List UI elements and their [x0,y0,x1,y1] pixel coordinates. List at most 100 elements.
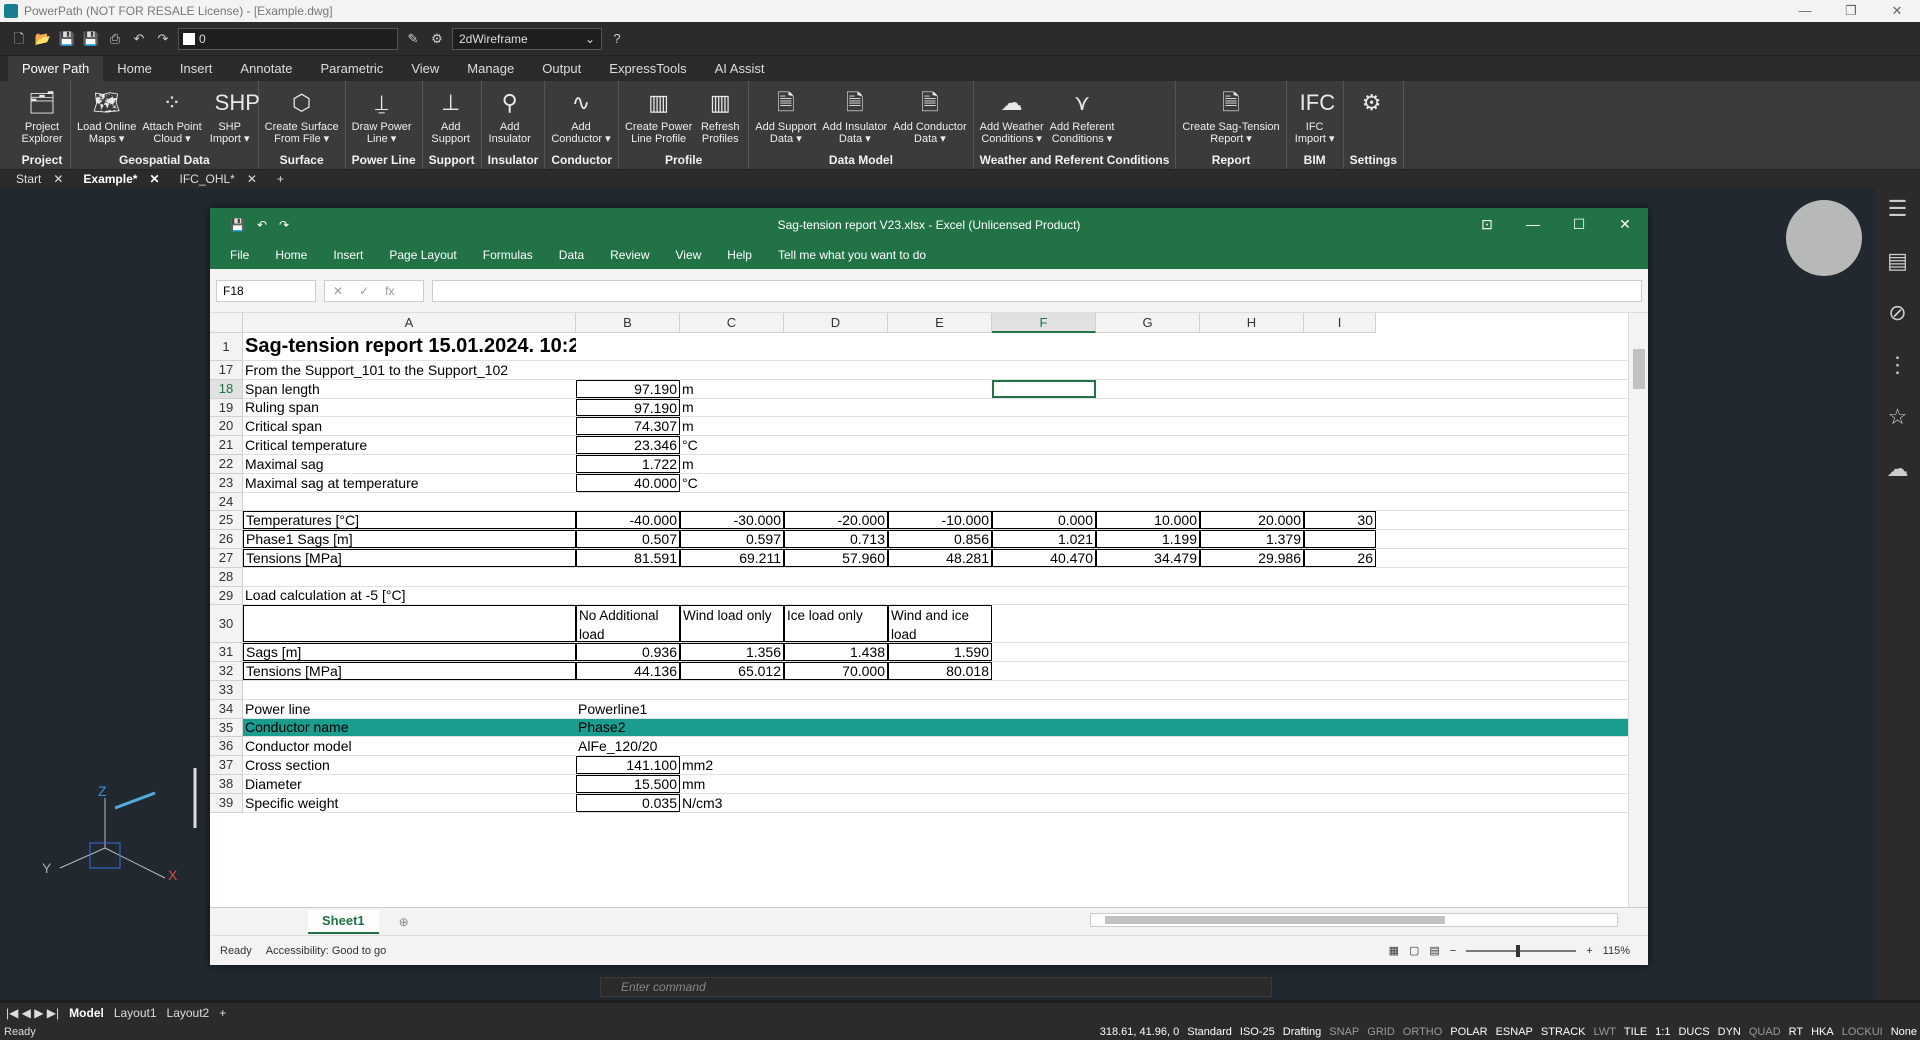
zoom-in-icon[interactable]: + [1586,945,1592,957]
status-toggle-rt[interactable]: RT [1786,1026,1806,1038]
cell[interactable]: 0.936 [576,643,680,662]
ribbon-button-insulator[interactable]: ⚲ Add Insulator [488,87,532,145]
ribbon-tab-home[interactable]: Home [103,56,166,81]
row-header[interactable]: 19 [210,398,243,418]
cell[interactable]: 70.000 [784,662,888,680]
vertical-scrollbar[interactable] [1628,313,1648,907]
cell[interactable]: m [680,399,784,417]
cell[interactable]: 97.190 [576,379,680,398]
column-header[interactable]: D [784,313,888,333]
cell[interactable]: 1.379 [1200,530,1304,548]
doc-tab-start[interactable]: Start ✕ [8,172,71,186]
close-icon[interactable]: ✕ [1874,3,1920,19]
cell[interactable]: 40.000 [576,473,680,492]
ribbon-button-point-cloud[interactable]: ⁘ Attach Point Cloud ▾ [142,87,201,145]
status-toggle-quad[interactable]: QUAD [1746,1026,1784,1038]
navigation-wheel[interactable] [1786,200,1862,276]
status-toggle-strack[interactable]: STRACK [1538,1026,1589,1038]
command-line[interactable]: Enter command [600,977,1272,997]
select-all-corner[interactable] [210,313,243,333]
minimize-icon[interactable]: — [1782,3,1828,19]
cell[interactable]: Critical temperature [243,436,576,454]
cell[interactable]: Phase1 Sags [m] [243,530,576,548]
cell[interactable]: Temperatures [°C] [243,511,576,530]
spreadsheet-grid[interactable]: A B C D E F G H I 1 Sag-tension report 15.01.2024.… [210,313,1628,907]
column-header[interactable]: G [1096,313,1200,333]
restore-icon[interactable]: ❐ [1828,3,1874,19]
cell[interactable]: 20.000 [1200,511,1304,530]
cell[interactable]: 15.500 [576,775,680,793]
cell[interactable]: 30 [1304,511,1376,530]
ribbon-tab-expresstools[interactable]: ExpressTools [595,56,700,81]
status-toggle-polar[interactable]: POLAR [1447,1026,1490,1038]
cell[interactable]: 81.591 [576,549,680,567]
status-toggle-snap[interactable]: SNAP [1326,1026,1362,1038]
cell[interactable]: m [680,417,784,435]
cell[interactable]: 10.000 [1096,511,1200,530]
status-toggle-hka[interactable]: HKA [1808,1026,1837,1038]
ribbon-button-referent[interactable]: ⋎ Add Referent Conditions ▾ [1050,87,1115,145]
cell[interactable]: 57.960 [784,549,888,567]
tree-icon[interactable]: ⋮ [1887,352,1909,378]
cell[interactable]: 26 [1304,549,1376,567]
name-box[interactable]: F18 [216,279,316,302]
column-header[interactable]: E [888,313,992,333]
scroll-thumb[interactable] [1633,349,1645,389]
cell[interactable]: 0.597 [680,530,784,548]
cell[interactable]: °C [680,436,784,454]
cell[interactable]: Sag-tension report 15.01.2024. 10:26 [243,333,576,360]
sheet-tab[interactable]: Sheet1 [308,909,379,934]
column-header[interactable]: F [992,313,1096,333]
column-header[interactable]: H [1200,313,1304,333]
row-header[interactable]: 37 [210,756,243,775]
status-toggle-tile[interactable]: TILE [1621,1026,1650,1038]
ribbon-tab-output[interactable]: Output [528,56,595,81]
ribbon-button-weather[interactable]: ☁ Add Weather Conditions ▾ [980,87,1044,145]
column-header[interactable]: I [1304,313,1376,333]
row-header[interactable]: 17 [210,361,243,380]
excel-menu-help[interactable]: Help [727,248,752,262]
status-toggle-none[interactable]: None [1888,1026,1920,1038]
close-icon[interactable]: ✕ [247,172,257,186]
status-toggle-standard[interactable]: Standard [1184,1026,1235,1038]
excel-menu-insert[interactable]: Insert [333,248,363,262]
doc-tab-ifc-ohl[interactable]: IFC_OHL* ✕ [172,172,265,186]
row-header[interactable]: 34 [210,699,243,719]
status-toggle-grid[interactable]: GRID [1364,1026,1398,1038]
cell[interactable]: No Additional load [576,605,680,643]
cell[interactable]: mm [680,775,784,793]
cell[interactable]: Phase2 [576,719,784,737]
cell[interactable]: 0.035 [576,793,680,812]
ribbon-button-power-line[interactable]: ⍊ Draw Power Line ▾ [352,87,412,145]
ribbon-tab-view[interactable]: View [397,56,453,81]
row-header[interactable]: 38 [210,775,243,794]
row-header[interactable]: 26 [210,530,243,549]
formula-input[interactable] [432,279,1642,302]
status-toggle-1-1[interactable]: 1:1 [1652,1026,1673,1038]
cell[interactable]: 0.713 [784,530,888,548]
cloud-icon[interactable]: ☁ [1887,456,1909,482]
cell[interactable] [1304,530,1376,548]
cell[interactable]: -20.000 [784,511,888,530]
ribbon-button-conductor-data[interactable]: 🗎 Add Conductor Data ▾ [893,87,966,145]
visual-style-dropdown[interactable]: 2dWireframe ⌄ [452,27,602,50]
ribbon-tab-manage[interactable]: Manage [453,56,528,81]
ribbon-button-map[interactable]: 🗺 Load Online Maps ▾ [77,87,136,145]
cell[interactable]: 80.018 [888,662,992,680]
enter-icon[interactable]: ✓ [359,284,369,298]
ribbon-button-project-explorer[interactable]: 🗂 Project Explorer [20,87,64,145]
cell[interactable]: 23.346 [576,436,680,454]
ribbon-button-insulator-data[interactable]: 🗎 Add Insulator Data ▾ [822,87,887,145]
layers-icon[interactable]: ▤ [1887,248,1908,274]
cell[interactable]: -30.000 [680,511,784,530]
row-header[interactable]: 39 [210,793,243,813]
row-header[interactable]: 21 [210,436,243,455]
cell[interactable]: 1.438 [784,643,888,662]
status-toggle-ducs[interactable]: DUCS [1675,1026,1712,1038]
help-icon[interactable]: ? [608,30,626,48]
ribbon-tab-insert[interactable]: Insert [166,56,227,81]
page-layout-icon[interactable]: ▢ [1409,944,1419,957]
fx-icon[interactable]: fx [385,284,394,298]
cell[interactable]: 1.356 [680,643,784,662]
open-file-icon[interactable]: 📂 [34,30,52,48]
